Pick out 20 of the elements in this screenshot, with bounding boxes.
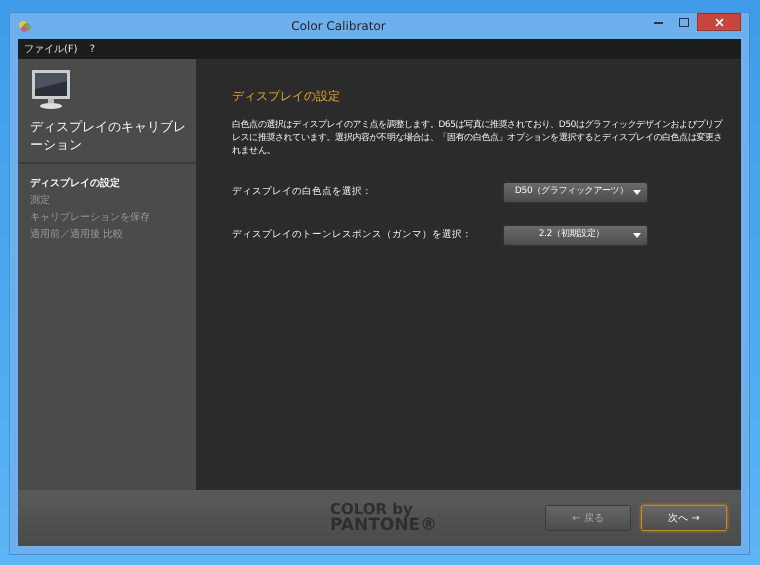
setting-label: ディスプレイの白色点を選択： (232, 185, 372, 200)
next-button[interactable]: 次へ → (641, 505, 727, 531)
setting-label: ディスプレイのトーンレスポンス（ガンマ）を選択： (232, 228, 472, 242)
sidebar-heading: ディスプレイのキャリブレーション (30, 119, 186, 154)
dropdown[interactable]: D50（グラフィックアーツ） (503, 182, 648, 203)
app-icon (18, 19, 32, 33)
monitor-icon (30, 69, 72, 111)
step-item[interactable]: ディスプレイの設定 (30, 176, 184, 192)
window-title: Color Calibrator (290, 18, 387, 35)
menu-item[interactable]: ? (90, 42, 95, 56)
section-title: ディスプレイの設定 (232, 88, 341, 105)
caret-icon (633, 190, 641, 195)
description-text: 白色点の選択はディスプレイのアミ点を調整します。D65は写真に推奨されており、D50はグラフィックデザインおよびプリプレスに推奨されています。選択内容が不明な場合は、「固有の白色点」オプションを選択するとディスプレイの白色点は変更されません。 (232, 119, 724, 158)
dropdown[interactable]: 2.2（初期設定） (503, 224, 648, 246)
close-icon (714, 18, 724, 26)
minimize-icon (654, 20, 662, 24)
maximize-icon (679, 18, 689, 26)
close-button[interactable] (697, 13, 741, 31)
caret-icon (633, 232, 641, 238)
menu-item[interactable]: ファイル(F) (24, 42, 78, 56)
